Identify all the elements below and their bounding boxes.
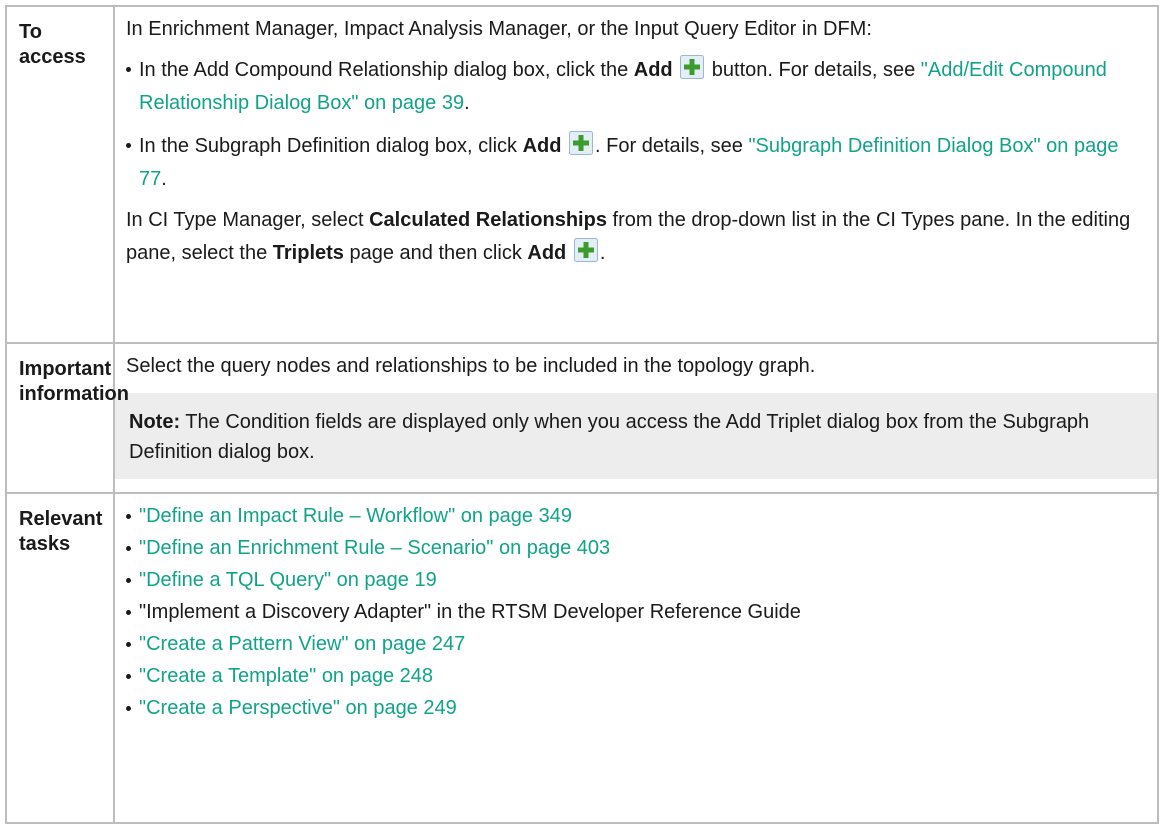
task-item-template: "Create a Template" on page 248: [126, 661, 1147, 691]
text: In CI Type Manager, select: [126, 209, 370, 231]
add-plus-icon: [573, 238, 598, 262]
row-content-important-information: Select the query nodes and relationships…: [113, 342, 1159, 494]
task-item-pattern-view: "Create a Pattern View" on page 247: [126, 629, 1147, 659]
task-link[interactable]: "Create a Template" on page 248: [139, 665, 433, 687]
text: .: [599, 242, 606, 264]
note-text: The Condition fields are displayed only …: [129, 411, 1090, 463]
task-item-tql-query: "Define a TQL Query" on page 19: [126, 565, 1147, 595]
text: .: [161, 168, 167, 190]
task-text: "Implement a Discovery Adapter" in the R…: [139, 601, 801, 623]
access-bullet-compound: In the Add Compound Relationship dialog …: [126, 54, 1147, 120]
task-item-enrichment-rule: "Define an Enrichment Rule – Scenario" o…: [126, 533, 1147, 563]
text: In the Subgraph Definition dialog box, c…: [139, 135, 523, 157]
add-label: Add: [522, 135, 562, 157]
row-relevant-tasks: Relevant tasks "Define an Impact Rule – …: [5, 492, 1159, 824]
task-item-discovery-adapter: "Implement a Discovery Adapter" in the R…: [126, 597, 1147, 627]
note-box: Note: The Condition fields are displayed…: [115, 393, 1157, 479]
add-label: Add: [633, 59, 673, 81]
task-item-perspective: "Create a Perspective" on page 249: [126, 693, 1147, 723]
task-link[interactable]: "Define an Enrichment Rule – Scenario" o…: [139, 537, 610, 559]
row-label-important-information: Important information: [5, 342, 129, 494]
row-label-to-access: To access: [5, 5, 115, 344]
text: In the Add Compound Relationship dialog …: [139, 59, 634, 81]
text: page and then click: [343, 242, 528, 264]
access-ci-type-paragraph: In CI Type Manager, select Calculated Re…: [126, 204, 1147, 270]
reference-table: To access In Enrichment Manager, Impact …: [5, 5, 1159, 824]
important-text: Select the query nodes and relationships…: [126, 355, 816, 377]
row-content-to-access: In Enrichment Manager, Impact Analysis M…: [113, 5, 1159, 344]
task-link[interactable]: "Create a Pattern View" on page 247: [139, 633, 465, 655]
triplets-label: Triplets: [272, 242, 344, 264]
access-bullet-subgraph: In the Subgraph Definition dialog box, c…: [126, 130, 1147, 196]
text: .: [464, 92, 470, 114]
row-content-relevant-tasks: "Define an Impact Rule – Workflow" on pa…: [113, 492, 1159, 824]
text: button. For details, see: [706, 59, 921, 81]
add-plus-icon: [569, 131, 594, 155]
access-intro: In Enrichment Manager, Impact Analysis M…: [126, 18, 872, 40]
task-link[interactable]: "Create a Perspective" on page 249: [139, 697, 457, 719]
task-link[interactable]: "Define a TQL Query" on page 19: [139, 569, 437, 591]
row-important-information: Important information Select the query n…: [5, 342, 1159, 494]
calculated-relationships-label: Calculated Relationships: [369, 209, 607, 231]
note-label: Note:: [129, 411, 181, 433]
add-label: Add: [527, 242, 567, 264]
tasks-list: "Define an Impact Rule – Workflow" on pa…: [126, 501, 1147, 723]
access-bullet-list: In the Add Compound Relationship dialog …: [126, 54, 1147, 196]
task-link[interactable]: "Define an Impact Rule – Workflow" on pa…: [139, 505, 572, 527]
task-item-impact-rule: "Define an Impact Rule – Workflow" on pa…: [126, 501, 1147, 531]
text: . For details, see: [595, 135, 749, 157]
row-label-relevant-tasks: Relevant tasks: [5, 492, 115, 824]
add-plus-icon: [680, 55, 705, 79]
row-to-access: To access In Enrichment Manager, Impact …: [5, 5, 1159, 344]
